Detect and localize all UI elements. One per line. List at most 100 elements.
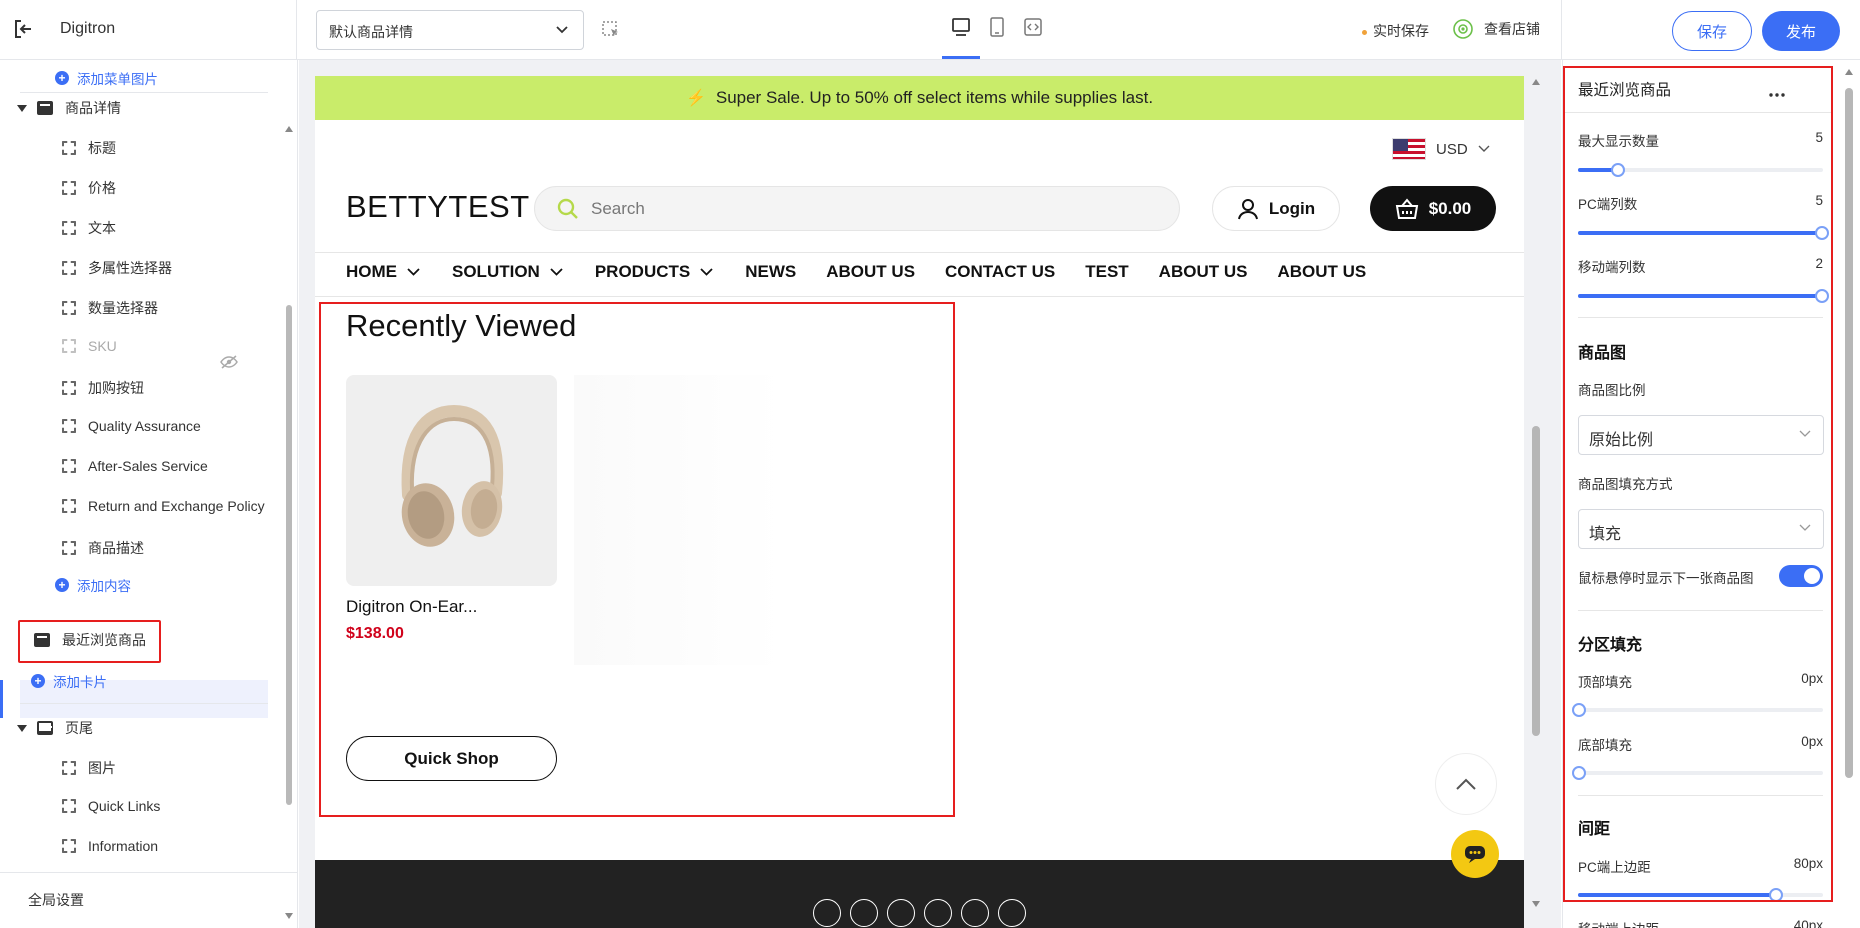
save-button[interactable]: 保存 <box>1672 11 1752 51</box>
sidebar-item-add-to-cart[interactable]: 加购按钮 <box>62 378 144 398</box>
nav-item[interactable]: HOME <box>346 262 422 282</box>
scroll-up-icon[interactable] <box>1844 68 1854 76</box>
nav-item-label: SOLUTION <box>452 262 540 281</box>
mobile-top-margin-value: 40px <box>1793 918 1823 928</box>
pinterest-icon[interactable] <box>887 899 915 927</box>
highlight-box <box>18 620 161 663</box>
sidebar-item-label: 标题 <box>88 140 116 156</box>
sidebar-item-after-sales[interactable]: After-Sales Service <box>62 458 208 474</box>
sidebar-item-variant-picker[interactable]: 多属性选择器 <box>62 258 172 278</box>
cart-button[interactable]: $0.00 <box>1370 186 1496 231</box>
nav-item[interactable]: SOLUTION <box>452 262 565 282</box>
sidebar-item-footer[interactable]: 页尾 <box>17 718 93 738</box>
scroll-up-icon[interactable] <box>284 125 294 133</box>
nav-item[interactable]: TEST <box>1085 262 1128 282</box>
twitter-icon[interactable] <box>850 899 878 927</box>
section-icon <box>37 101 53 115</box>
status-dot <box>1362 29 1367 35</box>
sidebar-item-product-details[interactable]: 商品详情 <box>17 98 121 118</box>
sidebar-item-quantity[interactable]: 数量选择器 <box>62 298 158 318</box>
nav-item-label: PRODUCTS <box>594 262 691 281</box>
sidebar-item-price[interactable]: 价格 <box>62 178 116 198</box>
nav-item[interactable]: PRODUCTS <box>595 262 715 282</box>
scroll-down-icon[interactable] <box>284 912 294 920</box>
sidebar-item-sku[interactable]: SKU <box>62 338 117 354</box>
sidebar-item-label: 文本 <box>88 220 116 236</box>
nav-item[interactable]: ABOUT US <box>1277 262 1366 282</box>
autosave-status: 实时保存 <box>1362 21 1429 41</box>
code-view-icon[interactable] <box>1018 12 1048 42</box>
exit-icon[interactable] <box>12 18 34 40</box>
sidebar-item-label: 页尾 <box>65 720 93 736</box>
sidebar-item-label: 加购按钮 <box>88 380 144 396</box>
scroll-up-icon[interactable] <box>1531 78 1541 86</box>
facebook-icon[interactable] <box>813 899 841 927</box>
left-sidebar: + 添加菜单图片 商品详情 标题 价格 文本 多属性选择器 数量选择器 SKU 加… <box>0 60 298 928</box>
nav-item[interactable]: ABOUT US <box>826 262 915 282</box>
plus-circle-icon: + <box>55 578 69 592</box>
nav-item[interactable]: NEWS <box>745 262 796 282</box>
linkedin-icon[interactable] <box>998 899 1026 927</box>
block-icon <box>62 221 76 235</box>
preview-scrollbar[interactable] <box>1529 76 1543 912</box>
sidebar-item-description[interactable]: 商品描述 <box>62 538 144 558</box>
sidebar-item-quality-assurance[interactable]: Quality Assurance <box>62 418 201 434</box>
template-select[interactable]: 默认商品详情 <box>316 10 584 50</box>
currency-selector[interactable]: USD <box>1392 138 1490 160</box>
nav-item-label: NEWS <box>745 262 797 281</box>
caret-down-icon <box>17 724 27 732</box>
cart-total: $0.00 <box>1428 198 1472 218</box>
scrollbar-thumb[interactable] <box>1532 426 1540 736</box>
sidebar-item-return-policy[interactable]: Return and Exchange Policy <box>62 498 265 514</box>
tablet-icon[interactable] <box>982 12 1012 42</box>
nav-item[interactable]: CONTACT US <box>945 262 1055 282</box>
desktop-icon[interactable] <box>946 12 976 42</box>
youtube-icon[interactable] <box>961 899 989 927</box>
chevron-down-icon <box>407 268 420 276</box>
block-icon <box>62 339 76 353</box>
hidden-eye-icon[interactable] <box>220 355 238 374</box>
select-element-icon[interactable] <box>602 21 620 44</box>
sidebar-item-information[interactable]: Information <box>62 838 158 854</box>
basket-icon <box>1395 197 1418 219</box>
selected-row-marker <box>0 680 3 718</box>
global-settings-link[interactable]: 全局设置 <box>28 890 84 910</box>
main-nav: HOME SOLUTION PRODUCTS NEWS ABOUT US CONTACT … <box>346 262 1396 282</box>
scroll-down-icon[interactable] <box>1531 900 1541 908</box>
divider <box>315 296 1524 297</box>
view-store-link[interactable]: 查看店铺 <box>1452 18 1540 40</box>
nav-item[interactable]: ABOUT US <box>1159 262 1248 282</box>
back-to-top-button[interactable] <box>1435 753 1497 815</box>
sidebar-item-label: SKU <box>88 338 117 354</box>
top-bar: Digitron 默认商品详情 实时保存 查看店铺 保存 发布 <box>0 0 1860 60</box>
add-card-link[interactable]: + 添加卡片 <box>31 671 107 691</box>
sidebar-item-text[interactable]: 文本 <box>62 218 116 238</box>
lightning-icon: ⚡ <box>685 90 706 107</box>
chat-button[interactable] <box>1451 830 1499 878</box>
block-icon <box>62 181 76 195</box>
scrollbar-thumb[interactable] <box>286 305 292 805</box>
sidebar-item-quick-links[interactable]: Quick Links <box>62 798 160 814</box>
sidebar-scrollbar[interactable] <box>284 125 294 925</box>
active-device-indicator <box>942 56 980 59</box>
login-button[interactable]: Login <box>1212 186 1340 231</box>
app-name: Digitron <box>60 20 116 37</box>
sidebar-item-label: After-Sales Service <box>88 458 208 474</box>
sidebar-item-title[interactable]: 标题 <box>62 138 116 158</box>
sidebar-item-image[interactable]: 图片 <box>62 758 116 778</box>
scrollbar-thumb[interactable] <box>1845 88 1853 778</box>
block-icon <box>62 301 76 315</box>
store-logo[interactable]: BETTYTEST <box>346 189 530 225</box>
chat-icon <box>1465 846 1485 863</box>
add-content-link[interactable]: + 添加内容 <box>55 575 131 595</box>
divider <box>1561 0 1562 60</box>
add-menu-image-link[interactable]: + 添加菜单图片 <box>55 68 158 88</box>
search-input[interactable]: Search <box>534 186 1180 231</box>
tiktok-icon[interactable] <box>924 899 952 927</box>
publish-button[interactable]: 发布 <box>1762 11 1840 51</box>
add-menu-image-label: 添加菜单图片 <box>77 72 158 87</box>
panel-scrollbar[interactable] <box>1843 66 1855 926</box>
us-flag-icon <box>1392 138 1426 160</box>
nav-item-label: ABOUT US <box>826 262 916 281</box>
nav-item-label: ABOUT US <box>1277 262 1367 281</box>
